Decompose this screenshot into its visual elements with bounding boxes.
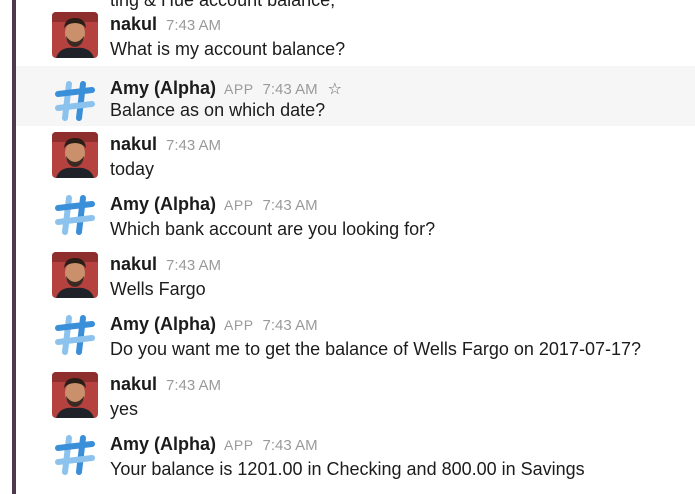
sender-name[interactable]: nakul bbox=[110, 14, 157, 35]
user-avatar[interactable] bbox=[52, 12, 98, 58]
user-avatar[interactable] bbox=[52, 132, 98, 178]
timestamp[interactable]: 7:43 AM bbox=[166, 377, 221, 394]
message-meta: Amy (Alpha) APP 7:43 AM ☆ bbox=[110, 78, 342, 100]
sender-name[interactable]: Amy (Alpha) bbox=[110, 78, 216, 99]
sender-name[interactable]: Amy (Alpha) bbox=[110, 434, 216, 455]
timestamp[interactable]: 7:43 AM bbox=[263, 197, 318, 214]
hash-bot-icon bbox=[55, 81, 95, 121]
message-meta: nakul 7:43 AM bbox=[110, 254, 221, 276]
message-text: Which bank account are you looking for? bbox=[110, 219, 436, 239]
message-meta: nakul 7:43 AM bbox=[110, 374, 221, 396]
sender-name[interactable]: nakul bbox=[110, 254, 157, 275]
app-badge: APP bbox=[224, 81, 254, 97]
message-meta: Amy (Alpha) APP 7:43 AM bbox=[110, 434, 318, 456]
message-feed[interactable]: nakul 7:43 AM What is my account balance… bbox=[16, 0, 695, 494]
hash-bot-icon bbox=[55, 195, 95, 235]
message-row[interactable]: Amy (Alpha) APP 7:43 AM Which bank accou… bbox=[16, 180, 695, 240]
message-row[interactable]: nakul 7:43 AM What is my account balance… bbox=[16, 0, 695, 60]
bot-avatar[interactable] bbox=[52, 432, 98, 478]
user-avatar[interactable] bbox=[52, 252, 98, 298]
star-outline-icon[interactable]: ☆ bbox=[328, 79, 342, 99]
sender-name[interactable]: Amy (Alpha) bbox=[110, 194, 216, 215]
message-text: What is my account balance? bbox=[110, 39, 346, 59]
message-row-hovered[interactable]: Amy (Alpha) APP 7:43 AM ☆ Balance as on … bbox=[16, 66, 695, 126]
message-text: today bbox=[110, 159, 155, 179]
sender-name[interactable]: nakul bbox=[110, 134, 157, 155]
hash-bot-icon bbox=[55, 435, 95, 475]
message-meta: nakul 7:43 AM bbox=[110, 134, 221, 156]
message-text: Do you want me to get the balance of Wel… bbox=[110, 339, 641, 359]
message-row[interactable]: nakul 7:43 AM Wells Fargo bbox=[16, 240, 695, 300]
timestamp[interactable]: 7:43 AM bbox=[263, 437, 318, 454]
message-text: Wells Fargo bbox=[110, 279, 206, 299]
app-badge: APP bbox=[224, 197, 254, 213]
message-row[interactable]: nakul 7:43 AM today bbox=[16, 120, 695, 180]
user-avatar-photo-icon bbox=[52, 12, 98, 58]
message-row[interactable]: Amy (Alpha) APP 7:43 AM Do you want me t… bbox=[16, 300, 695, 360]
message-meta: Amy (Alpha) APP 7:43 AM bbox=[110, 194, 318, 216]
bot-avatar[interactable] bbox=[52, 192, 98, 238]
sender-name[interactable]: Amy (Alpha) bbox=[110, 314, 216, 335]
message-meta: nakul 7:43 AM bbox=[110, 14, 221, 36]
timestamp[interactable]: 7:43 AM bbox=[263, 317, 318, 334]
message-meta: Amy (Alpha) APP 7:43 AM bbox=[110, 314, 318, 336]
message-row[interactable]: Amy (Alpha) APP 7:43 AM Your balance is … bbox=[16, 420, 695, 480]
hash-bot-icon bbox=[55, 315, 95, 355]
user-avatar-photo-icon bbox=[52, 372, 98, 418]
user-avatar-photo-icon bbox=[52, 132, 98, 178]
timestamp[interactable]: 7:43 AM bbox=[166, 137, 221, 154]
message-text: Balance as on which date? bbox=[110, 100, 326, 120]
bot-avatar[interactable] bbox=[52, 78, 98, 124]
app-badge: APP bbox=[224, 317, 254, 333]
user-avatar-photo-icon bbox=[52, 252, 98, 298]
message-row[interactable]: nakul 7:43 AM yes bbox=[16, 360, 695, 420]
bot-avatar[interactable] bbox=[52, 312, 98, 358]
message-text: Your balance is 1201.00 in Checking and … bbox=[110, 459, 585, 479]
user-avatar[interactable] bbox=[52, 372, 98, 418]
timestamp[interactable]: 7:43 AM bbox=[166, 17, 221, 34]
timestamp[interactable]: 7:43 AM bbox=[166, 257, 221, 274]
sender-name[interactable]: nakul bbox=[110, 374, 157, 395]
app-badge: APP bbox=[224, 437, 254, 453]
timestamp[interactable]: 7:43 AM bbox=[263, 81, 318, 98]
message-text: yes bbox=[110, 399, 139, 419]
